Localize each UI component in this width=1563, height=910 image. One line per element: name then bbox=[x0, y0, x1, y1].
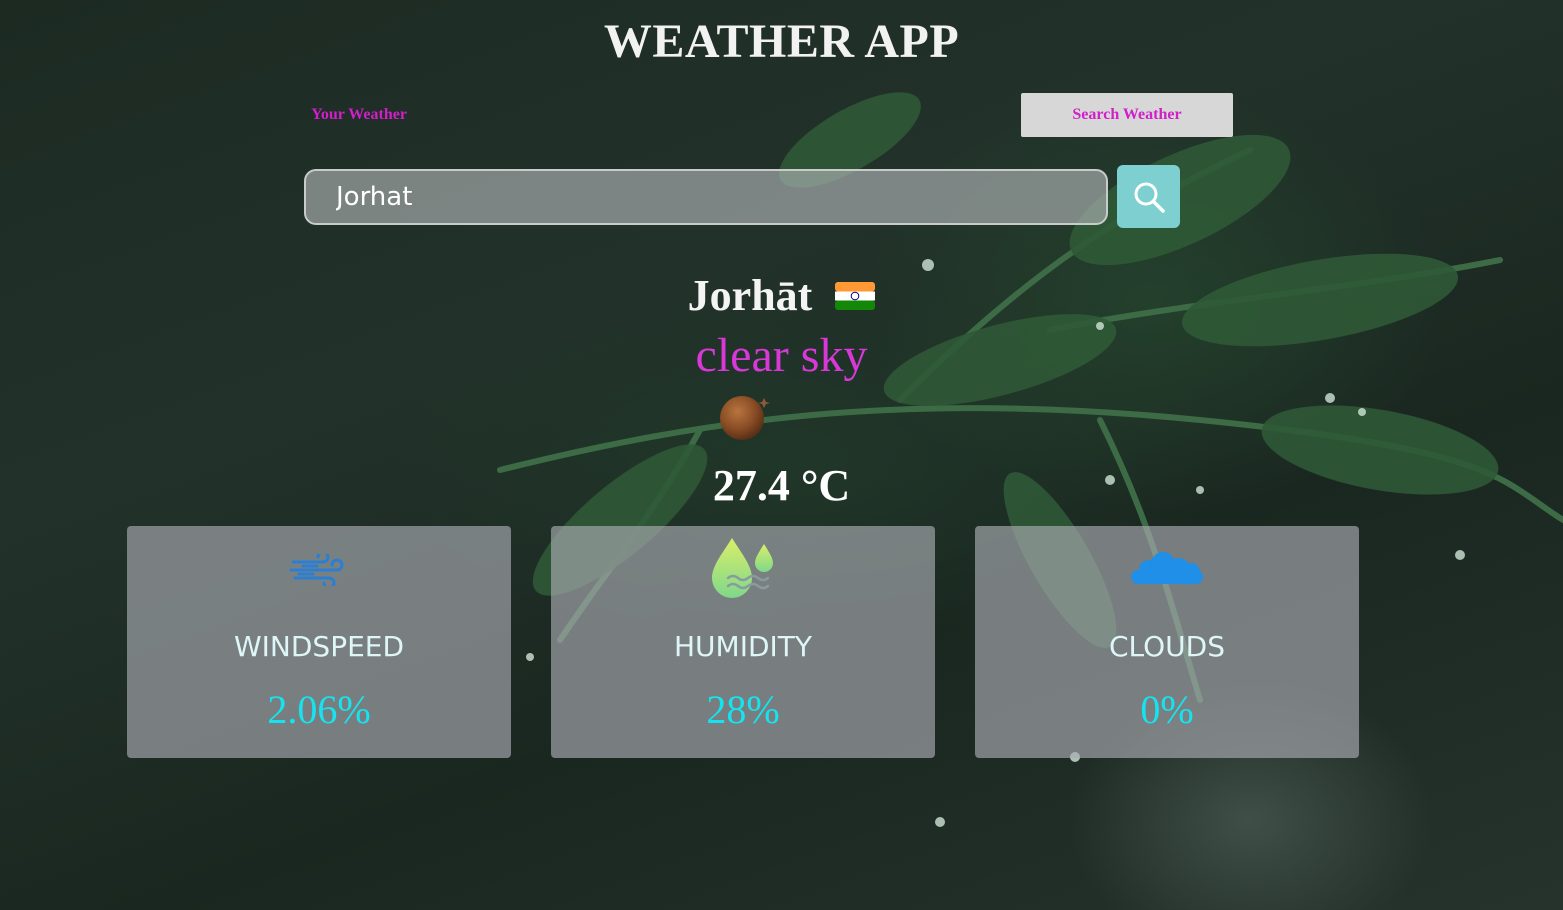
search-input[interactable] bbox=[304, 169, 1108, 225]
windspeed-value: 2.06% bbox=[267, 687, 371, 732]
search-button[interactable] bbox=[1117, 165, 1180, 228]
temperature: 27.4 °C bbox=[712, 461, 851, 510]
tab-search-weather[interactable]: Search Weather bbox=[1021, 93, 1233, 137]
clouds-value: 0% bbox=[1140, 687, 1194, 732]
clouds-icon bbox=[1131, 552, 1203, 584]
humidity-value: 28% bbox=[706, 687, 780, 732]
wind-icon bbox=[289, 554, 344, 586]
humidity-label: HUMIDITY bbox=[674, 630, 812, 663]
search-icon bbox=[1134, 182, 1165, 213]
weather-description: clear sky bbox=[695, 329, 868, 382]
tab-your-weather[interactable]: Your Weather bbox=[300, 100, 418, 130]
humidity-icon bbox=[712, 538, 773, 598]
india-flag-icon bbox=[835, 281, 876, 310]
windspeed-card: WINDSPEED 2.06% bbox=[127, 526, 511, 758]
city-name-row: Jorhāt bbox=[0, 270, 1563, 321]
windspeed-label: WINDSPEED bbox=[233, 630, 405, 663]
clear-sky-icon bbox=[720, 396, 770, 440]
clouds-card: CLOUDS 0% bbox=[975, 526, 1359, 758]
background-branch-image bbox=[497, 92, 1563, 827]
humidity-card: HUMIDITY 28% bbox=[551, 526, 935, 758]
app-title: WEATHER APP bbox=[603, 15, 960, 68]
clouds-label: CLOUDS bbox=[1108, 630, 1226, 663]
city-name: Jorhāt bbox=[687, 271, 813, 320]
